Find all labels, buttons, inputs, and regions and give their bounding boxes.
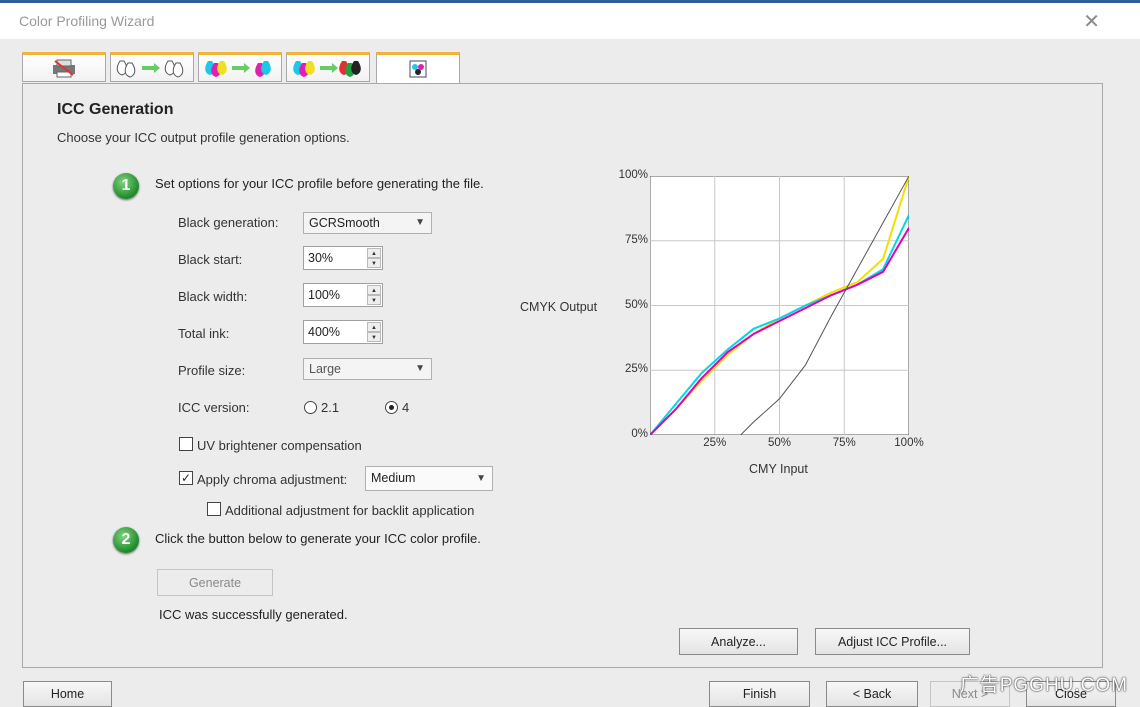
black-width-spinner[interactable]: 100% ▲ ▼: [303, 283, 383, 307]
black-start-value: 30%: [308, 251, 334, 265]
backlit-checkbox[interactable]: [207, 502, 221, 516]
tab-icc-generation[interactable]: [376, 52, 460, 84]
chroma-adjustment-label: Apply chroma adjustment:: [197, 472, 348, 487]
profile-size-label: Profile size:: [178, 363, 246, 378]
chart-y-tick-label: 100%: [618, 169, 648, 181]
ink-to-ink-icon: [116, 60, 184, 78]
backlit-label: Additional adjustment for backlit applic…: [225, 503, 475, 518]
analyze-button[interactable]: Analyze...: [679, 628, 798, 655]
chart-y-axis-label: CMYK Output: [520, 300, 598, 314]
chart-x-tick-label: 50%: [767, 437, 792, 449]
black-start-spinner[interactable]: 30% ▲ ▼: [303, 246, 383, 270]
chevron-down-icon: ▼: [415, 363, 425, 374]
black-start-label: Black start:: [178, 252, 243, 267]
cmyk-to-ink-icon: [205, 61, 271, 77]
step-2-text: Click the button below to generate your …: [155, 531, 481, 546]
chroma-adjustment-value: Medium: [371, 471, 416, 485]
spin-down-icon[interactable]: ▼: [367, 295, 381, 305]
cmyk-to-cmyk-icon: [293, 61, 361, 77]
step-1-badge: 1: [113, 173, 139, 199]
total-ink-value: 400%: [308, 325, 340, 339]
chart-x-tick-label: 75%: [832, 437, 856, 449]
step-2-badge: 2: [113, 527, 139, 553]
tab-cmyk-to-ink[interactable]: [198, 52, 282, 82]
spin-up-icon[interactable]: ▲: [367, 322, 381, 332]
profile-size-select[interactable]: Large ▼: [303, 358, 432, 380]
curve-chart: [650, 176, 909, 435]
back-button[interactable]: < Back: [826, 681, 918, 707]
chart-x-axis-label: CMY Input: [749, 462, 808, 476]
chart-x-tick-label: 100%: [894, 437, 924, 449]
chroma-adjustment-checkbox[interactable]: ✓: [179, 471, 193, 485]
black-generation-value: GCRSmooth: [309, 216, 380, 230]
tab-ink-to-ink[interactable]: [110, 52, 194, 82]
chart-y-tick-label: 0%: [631, 428, 648, 440]
close-icon[interactable]: ✕: [1083, 9, 1100, 34]
tab-cmyk-to-cmyk[interactable]: [286, 52, 370, 82]
spin-down-icon[interactable]: ▼: [367, 332, 381, 342]
status-message: ICC was successfully generated.: [159, 607, 348, 622]
watermark-text: 广告PGGHU.COM: [959, 675, 1128, 696]
icc-version-option-4: 4: [402, 400, 410, 415]
home-button[interactable]: Home: [23, 681, 112, 707]
spin-up-icon[interactable]: ▲: [367, 285, 381, 295]
page-subtitle: Choose your ICC output profile generatio…: [57, 130, 350, 145]
printer-icon: [53, 59, 75, 78]
spin-down-icon[interactable]: ▼: [367, 258, 381, 268]
chart-y-tick-label: 75%: [624, 233, 648, 246]
total-ink-label: Total ink:: [178, 326, 230, 341]
spin-up-icon[interactable]: ▲: [367, 248, 381, 258]
tab-printer[interactable]: [22, 52, 106, 82]
total-ink-spinner[interactable]: 400% ▲ ▼: [303, 320, 383, 344]
profile-size-value: Large: [309, 362, 341, 376]
finish-button[interactable]: Finish: [709, 681, 810, 707]
chart-y-tick-label: 25%: [624, 363, 648, 376]
chevron-down-icon: ▼: [415, 217, 425, 228]
black-generation-select[interactable]: GCRSmooth ▼: [303, 212, 432, 234]
chart-y-tick-label: 50%: [624, 298, 648, 311]
page-title: ICC Generation: [57, 101, 174, 118]
black-width-value: 100%: [308, 288, 340, 302]
black-generation-label: Black generation:: [178, 215, 279, 230]
adjust-icc-profile-button[interactable]: Adjust ICC Profile...: [815, 628, 970, 655]
window-title: Color Profiling Wizard: [19, 13, 155, 29]
step-1-text: Set options for your ICC profile before …: [155, 176, 484, 191]
chevron-down-icon: ▼: [476, 473, 486, 484]
icc-profile-icon: [409, 60, 427, 78]
generate-button[interactable]: Generate: [157, 569, 273, 596]
chart-x-tick-label: 25%: [703, 437, 727, 449]
chroma-adjustment-select[interactable]: Medium ▼: [365, 466, 493, 491]
icc-version-label: ICC version:: [178, 400, 250, 415]
uv-brightener-label: UV brightener compensation: [197, 438, 362, 453]
icc-version-radio-2-1[interactable]: [304, 401, 317, 414]
uv-brightener-checkbox[interactable]: [179, 437, 193, 451]
title-bar: Color Profiling Wizard ✕: [0, 3, 1140, 39]
icc-version-option-2-1: 2.1: [321, 400, 340, 415]
black-width-label: Black width:: [178, 289, 248, 304]
icc-version-radio-4[interactable]: [385, 401, 398, 414]
